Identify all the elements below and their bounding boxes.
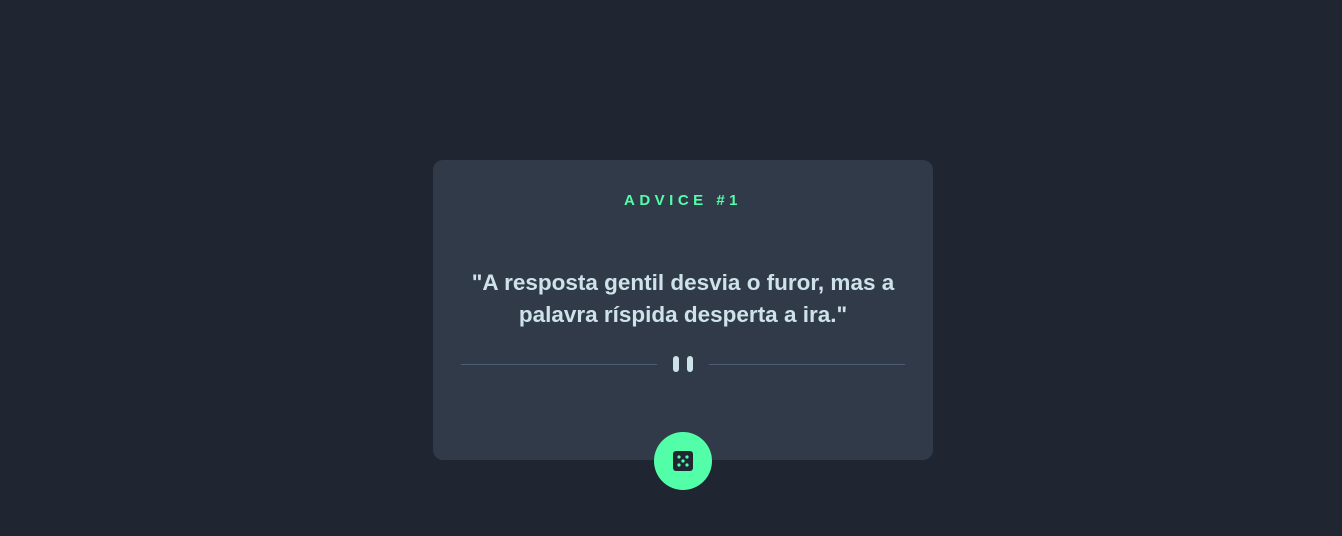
- divider-line-left: [461, 364, 657, 365]
- pause-bar-left: [673, 356, 679, 372]
- new-advice-button[interactable]: [654, 432, 712, 490]
- advice-quote: "A resposta gentil desvia o furor, mas a…: [471, 270, 895, 327]
- divider: [461, 356, 905, 372]
- pause-icon: [673, 356, 693, 372]
- advice-number: ADVICE #1: [623, 192, 743, 209]
- divider-line-right: [709, 364, 905, 365]
- page: ADVICE #1 "A resposta gentil desvia o fu…: [0, 0, 1342, 536]
- pause-bar-right: [687, 356, 693, 372]
- dice-icon: [673, 451, 693, 471]
- advice-card: ADVICE #1 "A resposta gentil desvia o fu…: [433, 160, 933, 460]
